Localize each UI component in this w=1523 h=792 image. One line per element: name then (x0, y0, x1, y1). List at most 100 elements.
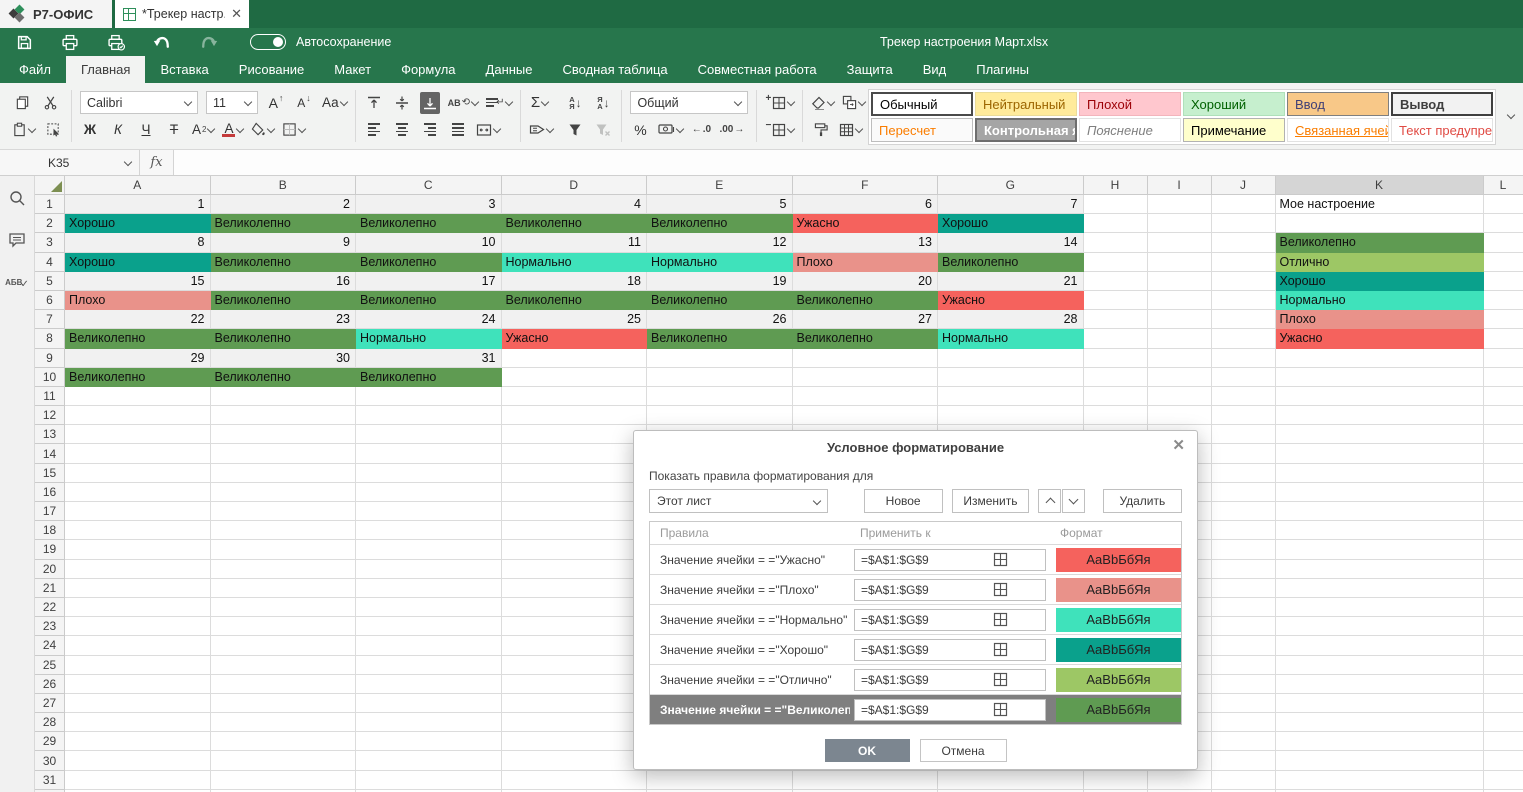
cell-A8[interactable]: Великолепно (65, 329, 211, 348)
decrease-font-button[interactable]: А↓ (294, 92, 314, 114)
cell-B2[interactable]: Великолепно (211, 214, 357, 233)
cell-H7[interactable] (1084, 310, 1148, 329)
cell-H1[interactable] (1084, 195, 1148, 214)
cell-K11[interactable] (1276, 387, 1484, 406)
cell-G2[interactable]: Хорошо (938, 214, 1084, 233)
apply-range-input[interactable]: =$A$1:$G$9 (854, 639, 1046, 661)
cell-B26[interactable] (211, 675, 357, 694)
cell-D12[interactable] (502, 406, 648, 425)
cell-L25[interactable] (1484, 656, 1523, 675)
cell-J19[interactable] (1212, 540, 1276, 559)
cell-A25[interactable] (65, 656, 211, 675)
cell-B27[interactable] (211, 694, 357, 713)
cell-C13[interactable] (356, 425, 502, 444)
cell-B16[interactable] (211, 483, 357, 502)
cell-G4[interactable]: Великолепно (938, 253, 1084, 272)
cell-K3[interactable]: Великолепно (1276, 233, 1484, 252)
tab-главная[interactable]: Главная (66, 56, 145, 83)
number-format-select[interactable]: Общий (630, 91, 748, 114)
cell-I8[interactable] (1148, 329, 1212, 348)
clear-filter-button[interactable] (593, 119, 613, 141)
cell-J16[interactable] (1212, 483, 1276, 502)
close-tab-icon[interactable]: ✕ (231, 6, 241, 22)
cell-C14[interactable] (356, 444, 502, 463)
filter-button[interactable] (565, 119, 585, 141)
tab-макет[interactable]: Макет (319, 56, 386, 83)
fill-color-button[interactable] (251, 119, 274, 141)
cell-K23[interactable] (1276, 617, 1484, 636)
select-button[interactable] (43, 119, 63, 141)
cell-C21[interactable] (356, 579, 502, 598)
cell-C6[interactable]: Великолепно (356, 291, 502, 310)
cut-button[interactable] (40, 92, 60, 114)
cell-J22[interactable] (1212, 598, 1276, 617)
cell-G31[interactable] (938, 771, 1084, 790)
cell-A4[interactable]: Хорошо (65, 253, 211, 272)
cell-D2[interactable]: Великолепно (502, 214, 648, 233)
cell-style-пояснение[interactable]: Пояснение (1079, 118, 1181, 142)
cell-K5[interactable]: Хорошо (1276, 272, 1484, 291)
cell-B24[interactable] (211, 636, 357, 655)
cell-D1[interactable]: 4 (502, 195, 648, 214)
cell-G12[interactable] (938, 406, 1084, 425)
row-header-5[interactable]: 5 (35, 272, 65, 291)
delete-rule-button[interactable]: Удалить (1103, 489, 1182, 513)
cell-C27[interactable] (356, 694, 502, 713)
edit-rule-button[interactable]: Изменить (952, 489, 1029, 513)
tab-формула[interactable]: Формула (386, 56, 470, 83)
cell-C9[interactable]: 31 (356, 349, 502, 368)
cell-J3[interactable] (1212, 233, 1276, 252)
tab-защита[interactable]: Защита (832, 56, 908, 83)
cell-D20[interactable] (502, 560, 648, 579)
cell-A9[interactable]: 29 (65, 349, 211, 368)
row-header-21[interactable]: 21 (35, 579, 65, 598)
select-range-icon[interactable] (950, 672, 1045, 687)
cell-G5[interactable]: 21 (938, 272, 1084, 291)
cell-C30[interactable] (356, 751, 502, 770)
insert-cells-button[interactable]: + (765, 92, 794, 114)
justify-button[interactable] (448, 119, 468, 141)
app-brand-tab[interactable]: Р7-ОФИС (0, 0, 112, 28)
cell-style-обычный[interactable]: Обычный (871, 92, 973, 116)
cell-L31[interactable] (1484, 771, 1523, 790)
cell-style-плохой[interactable]: Плохой (1079, 92, 1181, 116)
autosum-button[interactable]: Σ (529, 92, 549, 114)
cell-D11[interactable] (502, 387, 648, 406)
cell-style-хороший[interactable]: Хороший (1183, 92, 1285, 116)
cell-L27[interactable] (1484, 694, 1523, 713)
cell-D27[interactable] (502, 694, 648, 713)
cell-F3[interactable]: 13 (793, 233, 939, 252)
cell-B1[interactable]: 2 (211, 195, 357, 214)
comments-icon[interactable] (7, 230, 27, 250)
cell-C2[interactable]: Великолепно (356, 214, 502, 233)
row-header-6[interactable]: 6 (35, 291, 65, 310)
cell-A30[interactable] (65, 751, 211, 770)
tab-плагины[interactable]: Плагины (961, 56, 1044, 83)
align-bottom-button[interactable] (420, 92, 440, 114)
cell-K20[interactable] (1276, 560, 1484, 579)
cell-J17[interactable] (1212, 502, 1276, 521)
select-all-corner[interactable] (35, 176, 65, 195)
cell-D29[interactable] (502, 732, 648, 751)
cell-H6[interactable] (1084, 291, 1148, 310)
cell-C19[interactable] (356, 540, 502, 559)
cell-B9[interactable]: 30 (211, 349, 357, 368)
cell-F5[interactable]: 20 (793, 272, 939, 291)
cell-K30[interactable] (1276, 751, 1484, 770)
cell-B13[interactable] (211, 425, 357, 444)
autosave-toggle[interactable] (250, 34, 286, 50)
cell-K13[interactable] (1276, 425, 1484, 444)
cell-style-примечание[interactable]: Примечание (1183, 118, 1285, 142)
text-orientation-button[interactable]: AB⟲ (448, 92, 478, 114)
apply-range-input[interactable]: =$A$1:$G$9 (854, 669, 1046, 691)
cell-E3[interactable]: 12 (647, 233, 793, 252)
cell-F1[interactable]: 6 (793, 195, 939, 214)
cell-J20[interactable] (1212, 560, 1276, 579)
row-header-25[interactable]: 25 (35, 656, 65, 675)
cell-A20[interactable] (65, 560, 211, 579)
cell-L3[interactable] (1484, 233, 1523, 252)
tab-file[interactable]: Файл (4, 56, 66, 83)
cell-C20[interactable] (356, 560, 502, 579)
cell-J14[interactable] (1212, 444, 1276, 463)
styles-gallery-expand-button[interactable] (1502, 89, 1518, 141)
